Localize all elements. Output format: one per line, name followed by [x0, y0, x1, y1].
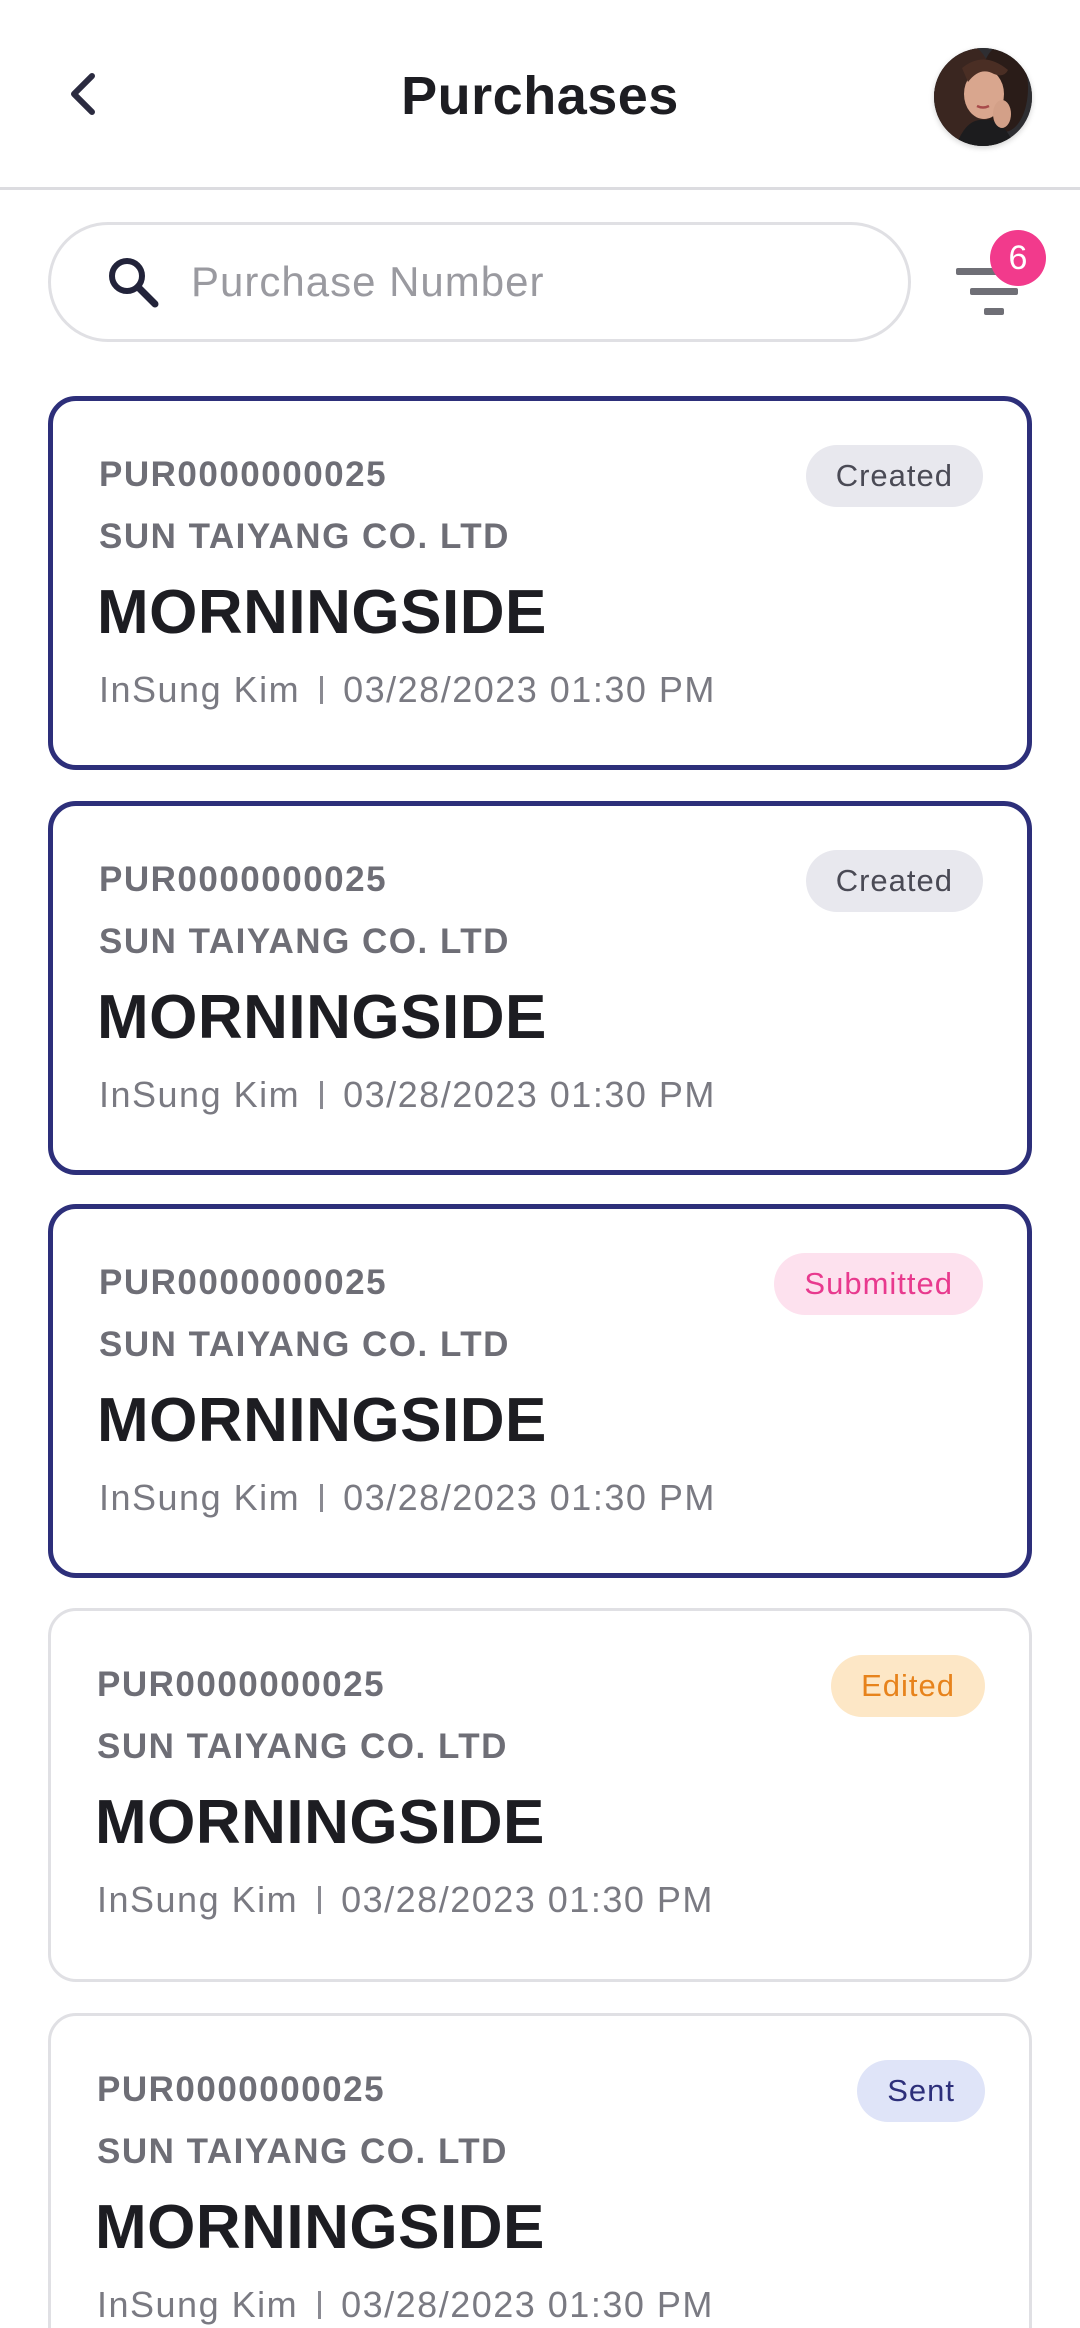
meta-divider — [318, 2291, 322, 2319]
purchase-meta: InSung Kim 03/28/2023 01:30 PM — [99, 1473, 716, 1523]
customer-name: MORNINGSIDE — [97, 1386, 547, 1455]
filter-button[interactable]: 6 — [944, 230, 1046, 330]
purchase-meta: InSung Kim 03/28/2023 01:30 PM — [97, 2280, 714, 2328]
purchases-screen: Purchases Purchase Number 6 PUR000000002… — [0, 0, 1080, 2328]
purchase-card[interactable]: PUR0000000025 Sent SUN TAIYANG CO. LTD M… — [48, 2013, 1032, 2328]
status-badge: Created — [805, 850, 983, 912]
search-icon — [101, 250, 165, 314]
customer-name: MORNINGSIDE — [97, 578, 547, 647]
status-badge: Submitted — [774, 1253, 983, 1315]
supplier-name: SUN TAIYANG CO. LTD — [99, 1325, 510, 1364]
filter-count-badge: 6 — [990, 230, 1046, 286]
status-badge: Sent — [857, 2060, 985, 2122]
created-by: InSung Kim — [99, 1074, 301, 1115]
page-title: Purchases — [401, 66, 679, 126]
purchase-meta: InSung Kim 03/28/2023 01:30 PM — [99, 665, 716, 715]
meta-divider — [320, 1081, 324, 1109]
customer-name: MORNINGSIDE — [95, 2193, 545, 2262]
supplier-name: SUN TAIYANG CO. LTD — [99, 517, 510, 556]
purchase-datetime: 03/28/2023 01:30 PM — [343, 1074, 716, 1115]
purchase-datetime: 03/28/2023 01:30 PM — [341, 2284, 714, 2325]
purchase-datetime: 03/28/2023 01:30 PM — [341, 1879, 714, 1920]
purchase-number: PUR0000000025 — [99, 860, 388, 899]
supplier-name: SUN TAIYANG CO. LTD — [97, 2132, 508, 2171]
purchase-card[interactable]: PUR0000000025 Created SUN TAIYANG CO. LT… — [48, 801, 1032, 1175]
purchase-meta: InSung Kim 03/28/2023 01:30 PM — [97, 1875, 714, 1925]
purchase-meta: InSung Kim 03/28/2023 01:30 PM — [99, 1070, 716, 1120]
purchase-number: PUR0000000025 — [99, 455, 388, 494]
meta-divider — [318, 1886, 322, 1914]
purchase-number: PUR0000000025 — [97, 2070, 386, 2109]
purchase-datetime: 03/28/2023 01:30 PM — [343, 1477, 716, 1518]
meta-divider — [320, 676, 324, 704]
search-bar[interactable] — [48, 222, 911, 342]
status-badge: Created — [805, 445, 983, 507]
created-by: InSung Kim — [97, 1879, 299, 1920]
purchase-number: PUR0000000025 — [99, 1263, 388, 1302]
user-avatar-icon — [934, 48, 1032, 146]
purchase-datetime: 03/28/2023 01:30 PM — [343, 669, 716, 710]
supplier-name: SUN TAIYANG CO. LTD — [99, 922, 510, 961]
customer-name: MORNINGSIDE — [97, 983, 547, 1052]
avatar[interactable] — [934, 48, 1032, 146]
created-by: InSung Kim — [97, 2284, 299, 2325]
created-by: InSung Kim — [99, 1477, 301, 1518]
status-badge: Edited — [831, 1655, 985, 1717]
meta-divider — [320, 1484, 324, 1512]
purchase-number: PUR0000000025 — [97, 1665, 386, 1704]
created-by: InSung Kim — [99, 669, 301, 710]
search-input[interactable] — [191, 242, 871, 322]
purchase-card[interactable]: PUR0000000025 Created SUN TAIYANG CO. LT… — [48, 396, 1032, 770]
supplier-name: SUN TAIYANG CO. LTD — [97, 1727, 508, 1766]
purchase-card[interactable]: PUR0000000025 Submitted SUN TAIYANG CO. … — [48, 1204, 1032, 1578]
app-header: Purchases — [0, 0, 1080, 190]
customer-name: MORNINGSIDE — [95, 1788, 545, 1857]
purchase-card[interactable]: PUR0000000025 Edited SUN TAIYANG CO. LTD… — [48, 1608, 1032, 1982]
